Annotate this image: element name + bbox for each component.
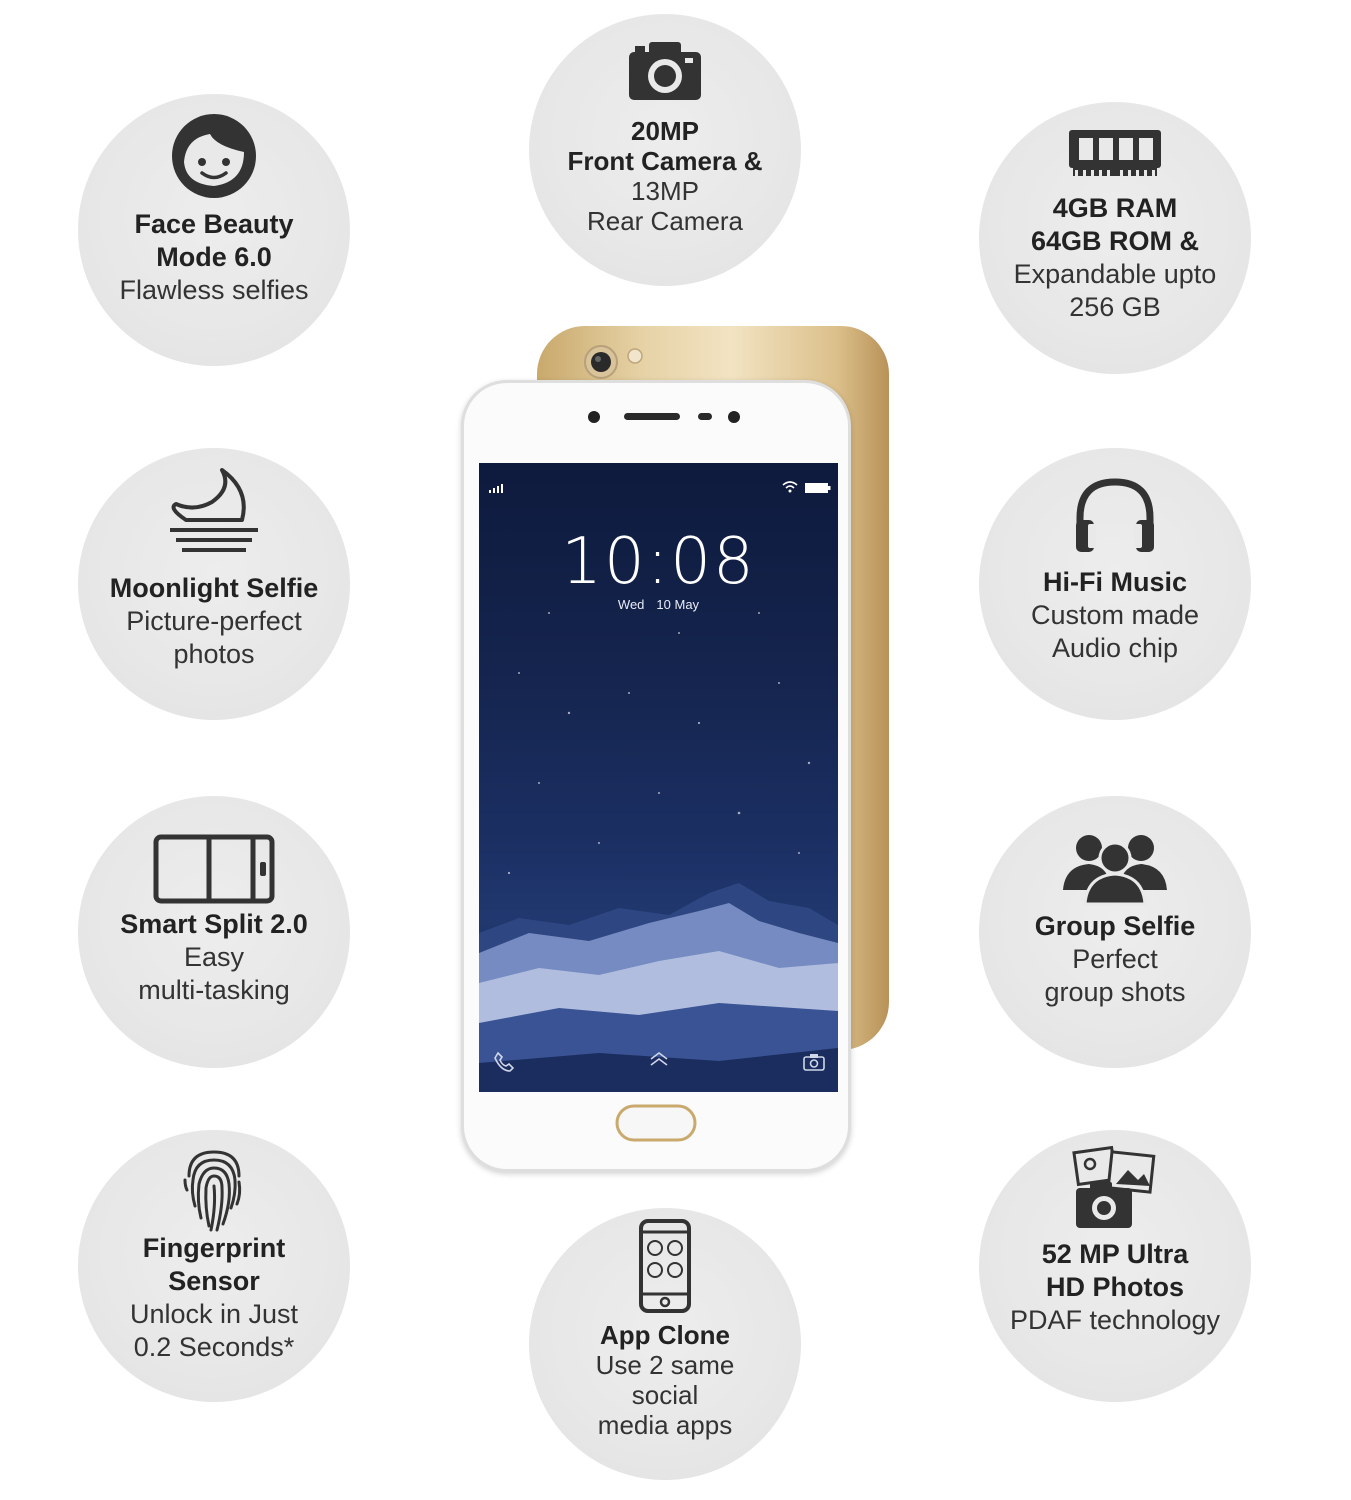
- feature-fingerprint: Fingerprint Sensor Unlock in Just 0.2 Se…: [78, 1130, 350, 1402]
- feature-app-clone: App Clone Use 2 same social media apps: [529, 1208, 801, 1480]
- moonlight-desc-1: Picture-perfect: [126, 606, 302, 636]
- feature-hifi-music: Hi-Fi Music Custom made Audio chip: [979, 448, 1251, 720]
- rear-camera-icon: [584, 345, 643, 379]
- hifi-desc-2: Audio chip: [1051, 633, 1179, 663]
- ram-title-2: 64GB ROM &: [1030, 226, 1200, 256]
- photos-title-1: 52 MP Ultra: [1041, 1239, 1189, 1269]
- photos-title-2: HD Photos: [1046, 1272, 1184, 1302]
- lock-screen-day: Wed: [617, 597, 645, 612]
- swipe-up-icon: [650, 1052, 668, 1066]
- ram-title-1: 4GB RAM: [1052, 193, 1178, 223]
- group-desc-1: Perfect: [1072, 944, 1158, 974]
- feature-hd-photos: 52 MP Ultra HD Photos PDAF technology: [979, 1130, 1251, 1402]
- photos-desc: PDAF technology: [1009, 1305, 1221, 1335]
- moon-icon: [170, 468, 258, 552]
- group-icon: [1063, 835, 1167, 906]
- hifi-title: Hi-Fi Music: [1042, 567, 1187, 597]
- lock-screen: 10:08 Wed 10 May: [479, 463, 838, 1092]
- face-beauty-desc: Flawless selfies: [119, 275, 309, 305]
- face-beauty-title-1: Face Beauty: [134, 209, 294, 239]
- photos-icon: [1072, 1145, 1156, 1228]
- app-clone-icon: [639, 1219, 691, 1313]
- feature-moonlight-selfie: Moonlight Selfie Picture-perfect photos: [78, 448, 350, 720]
- app-clone-title: App Clone: [600, 1320, 730, 1350]
- app-clone-desc-2: social: [631, 1380, 699, 1410]
- feature-ram: 4GB RAM 64GB ROM & Expandable upto 256 G…: [979, 102, 1251, 374]
- lock-screen-day-date: 10 May: [656, 597, 700, 612]
- ram-desc-1: Expandable upto: [1013, 259, 1217, 289]
- app-clone-desc-3: media apps: [597, 1410, 733, 1440]
- feature-face-beauty: Face Beauty Mode 6.0 Flawless selfies: [78, 94, 350, 366]
- signal-icon: [489, 484, 503, 493]
- camera-desc-1: 13MP: [631, 176, 699, 206]
- moonlight-title: Moonlight Selfie: [109, 573, 319, 603]
- feature-group-selfie: Group Selfie Perfect group shots: [979, 796, 1251, 1068]
- lock-screen-date: Wed 10 May: [479, 597, 838, 612]
- feature-camera: 20MP Front Camera & 13MP Rear Camera: [529, 14, 801, 286]
- fingerprint-title-2: Sensor: [168, 1266, 260, 1296]
- app-clone-desc-1: Use 2 same: [595, 1350, 735, 1380]
- split-desc-2: multi-tasking: [138, 975, 290, 1005]
- hifi-desc-1: Custom made: [1030, 600, 1200, 630]
- split-desc-1: Easy: [183, 942, 245, 972]
- earpiece-icon: [588, 411, 740, 423]
- camera-title-2: Front Camera &: [567, 146, 763, 176]
- phone-front: 10:08 Wed 10 May: [461, 380, 851, 1172]
- face-icon: [172, 114, 256, 198]
- fingerprint-title-1: Fingerprint: [142, 1233, 286, 1263]
- group-title: Group Selfie: [1034, 911, 1196, 941]
- battery-icon: [805, 483, 831, 493]
- home-button-fingerprint: [615, 1104, 697, 1142]
- moonlight-desc-2: photos: [173, 639, 255, 669]
- camera-desc-2: Rear Camera: [586, 206, 744, 236]
- phone-illustration: 10:08 Wed 10 May: [455, 320, 905, 1180]
- fingerprint-icon: [183, 1150, 242, 1232]
- group-desc-2: group shots: [1044, 977, 1186, 1007]
- face-beauty-title-2: Mode 6.0: [156, 242, 272, 272]
- lock-screen-clock: 10:08: [561, 525, 756, 599]
- split-screen-icon: [153, 834, 275, 904]
- headphones-icon: [1076, 478, 1154, 552]
- feature-smart-split: Smart Split 2.0 Easy multi-tasking: [78, 796, 350, 1068]
- ram-desc-2: 256 GB: [1069, 292, 1161, 322]
- ram-chip-icon: [1069, 130, 1161, 176]
- camera-icon: [629, 42, 701, 100]
- camera-title-1: 20MP: [631, 116, 699, 146]
- fingerprint-desc-2: 0.2 Seconds*: [133, 1332, 295, 1362]
- split-title: Smart Split 2.0: [120, 909, 308, 939]
- phone-call-icon: [494, 1051, 515, 1072]
- fingerprint-desc-1: Unlock in Just: [129, 1299, 299, 1329]
- lock-camera-icon: [803, 1054, 825, 1071]
- wifi-icon: [782, 481, 798, 493]
